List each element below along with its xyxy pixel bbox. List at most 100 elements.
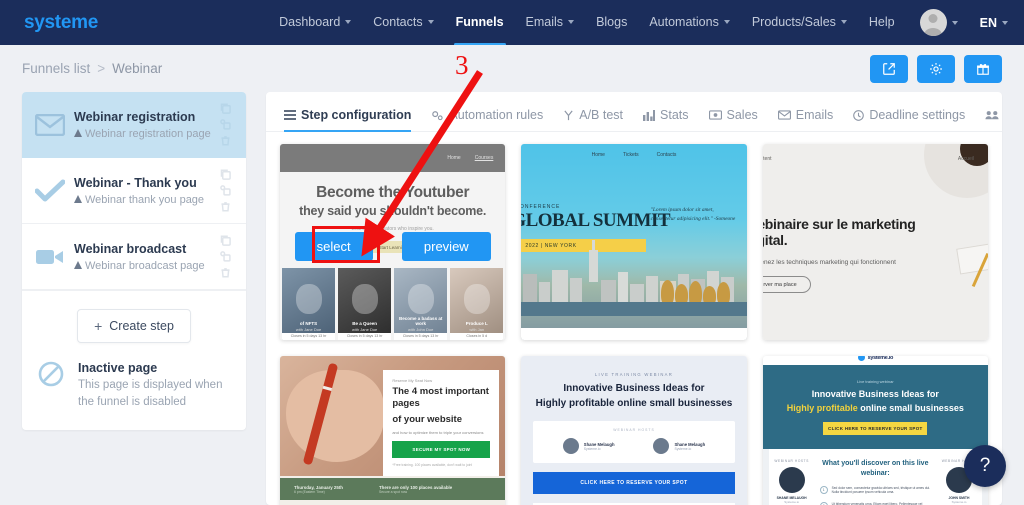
gear-icon	[930, 62, 942, 75]
language-selector[interactable]: EN	[972, 16, 1008, 30]
headline-line-1: Innovative Business Ideas for	[811, 389, 939, 399]
breadcrumb-funnels-list[interactable]: Funnels list	[22, 61, 90, 76]
inactive-text: Inactive page This page is displayed whe…	[78, 361, 234, 410]
sidebar-step-webinar-broadcast[interactable]: Webinar broadcast Webinar broadcast page	[22, 224, 246, 290]
step-subtitle: Webinar thank you page	[85, 193, 205, 206]
template-card-youtuber[interactable]: Home Courses Become the Youtuber they sa…	[280, 144, 506, 340]
create-step-button[interactable]: + Create step	[77, 309, 191, 343]
step-title: Webinar registration	[74, 110, 196, 125]
template-card-innovative-teal[interactable]: systeme.io Live training webinar Innovat…	[762, 356, 988, 505]
info-date-sub: 6 pm (Eastern Time)	[294, 489, 325, 494]
host-role: Systeme.io	[674, 446, 692, 451]
nav-item-products-sales[interactable]: Products/Sales	[741, 1, 858, 44]
template-headline: Innovative Business Ideas for Highly pro…	[533, 382, 734, 411]
info-date: Thursday, January 25th 6 pm (Eastern Tim…	[294, 485, 343, 494]
template-logo: systeme.io	[762, 356, 988, 365]
template-nav-right: Accueil	[957, 156, 974, 162]
help-button[interactable]: ?	[964, 445, 1006, 487]
tab-automation-rules[interactable]: Automation rules	[431, 108, 543, 131]
brand-logo[interactable]: systeme	[24, 12, 98, 34]
sidebar-step-webinar-registration[interactable]: Webinar registration Webinar registratio…	[22, 92, 246, 158]
tab-ab-test[interactable]: A/B test	[563, 108, 623, 131]
template-nav-item: Courses	[474, 155, 494, 161]
template-headline: Innovative Business Ideas for Highly pro…	[763, 388, 988, 415]
trash-icon[interactable]	[220, 201, 231, 212]
nav-item-funnels[interactable]: Funnels	[445, 1, 515, 46]
template-tile: Produce L with Jan Closes in 5 d	[450, 268, 504, 340]
preview-template-button[interactable]: preview	[401, 232, 491, 261]
tab-leads[interactable]: Leads	[985, 108, 1002, 131]
template-card-innovative-light[interactable]: LIVE TRAINING WEBINAR Innovative Busines…	[521, 356, 747, 505]
headline-highlight: Highly profitable	[786, 402, 858, 413]
link-icon[interactable]	[219, 119, 231, 130]
tab-step-configuration[interactable]: Step configuration	[284, 108, 412, 132]
sidebar-step-webinar-thank-you[interactable]: Webinar - Thank you Webinar thank you pa…	[22, 158, 246, 224]
template-hero: Live training webinar Innovative Busines…	[762, 365, 988, 449]
inactive-page-row[interactable]: Inactive page This page is displayed whe…	[22, 347, 246, 431]
bullet-text: Sed dolor sem, consectetur gravida ultri…	[831, 485, 930, 495]
nav-item-emails[interactable]: Emails	[515, 1, 586, 44]
list-icon	[284, 110, 296, 120]
template-hosts: WEBINAR HOSTS Shane Melaugh Systeme.io S…	[533, 421, 735, 463]
copy-icon[interactable]	[220, 235, 231, 246]
template-kicker: Live training webinar	[856, 379, 894, 384]
host-name: Shane Melaugh	[674, 441, 706, 447]
chevron-down-icon	[951, 20, 958, 25]
template-nav-item: Tickets	[622, 152, 639, 158]
gift-button[interactable]	[964, 54, 1002, 83]
trash-icon[interactable]	[220, 267, 231, 278]
nav-item-contacts[interactable]: Contacts	[362, 1, 444, 44]
link-icon[interactable]	[219, 185, 231, 196]
tab-stats[interactable]: Stats	[643, 108, 689, 131]
copy-icon[interactable]	[220, 169, 231, 180]
tab-sales[interactable]: Sales	[708, 108, 758, 131]
nav-item-help[interactable]: Help	[858, 1, 906, 44]
settings-button[interactable]	[917, 54, 955, 83]
host: Shane Melaugh Systeme.io	[562, 438, 615, 454]
template-sub: and how to optimize them to triple your …	[392, 430, 484, 436]
inactive-title: Inactive page	[78, 361, 158, 375]
link-icon[interactable]	[219, 251, 231, 262]
nav-item-dashboard[interactable]: Dashboard	[268, 1, 362, 44]
select-template-button[interactable]: select	[294, 232, 373, 261]
template-thumbnail: stent Accueil Webinaire sur le marketing…	[762, 144, 988, 340]
page-body: Webinar registration Webinar registratio…	[0, 92, 1024, 505]
template-card-webinaire-marketing[interactable]: stent Accueil Webinaire sur le marketing…	[762, 144, 988, 340]
template-thumbnail: Reserve My Seat Now The 4 most important…	[280, 356, 506, 505]
template-tile: Be a Queen with Jane Doe Closes in 5 day…	[338, 268, 392, 340]
funnel-steps-sidebar: Webinar registration Webinar registratio…	[22, 92, 246, 505]
video-camera-icon	[32, 247, 68, 267]
nav-item-blogs[interactable]: Blogs	[585, 1, 638, 44]
check-icon	[32, 179, 68, 203]
tab-emails[interactable]: Emails	[777, 108, 833, 131]
headline-line-1: Webinaire sur le marketing	[763, 216, 916, 232]
tile-author: with Jan	[469, 327, 485, 332]
template-card-four-pages[interactable]: Reserve My Seat Now The 4 most important…	[280, 356, 506, 505]
bullet-number: 1	[819, 485, 828, 494]
nav-item-automations[interactable]: Automations	[638, 1, 740, 44]
create-step-label: Create step	[109, 319, 174, 333]
trash-icon[interactable]	[220, 135, 231, 146]
nav-label: Funnels	[455, 15, 504, 29]
template-headline-2: of your website	[392, 413, 463, 425]
open-external-button[interactable]	[870, 54, 908, 83]
create-step-area: + Create step	[22, 290, 246, 347]
info-seats-sub: Secure a spot now	[378, 489, 408, 494]
user-menu[interactable]	[919, 9, 958, 36]
template-thumbnail: Home Tickets Contacts CONFERENCE GLOBAL …	[521, 144, 747, 340]
bullet: 1 Sed dolor sem, consectetur gravida ultr…	[819, 485, 931, 496]
logo-text: systeme.io	[867, 356, 894, 361]
template-headline-1: The 4 most important pages	[392, 386, 489, 410]
template-card-global-summit[interactable]: Home Tickets Contacts CONFERENCE GLOBAL …	[521, 144, 747, 340]
step-subtitle-row: Webinar thank you page	[74, 194, 214, 206]
template-nav-item: Home	[447, 155, 461, 161]
template-title: GLOBAL SUMMIT	[521, 210, 671, 231]
chevron-down-icon	[840, 20, 847, 24]
tile-title: Be a Queen	[352, 321, 377, 326]
template-cta: Réserver ma place	[762, 276, 811, 293]
tab-deadline-settings[interactable]: Deadline settings	[853, 108, 965, 131]
host-left: WEBINAR HOSTS SHANE MELAUGH Systeme.io	[769, 449, 815, 505]
step-text: Webinar - Thank you Webinar thank you pa…	[68, 175, 214, 206]
gears-icon	[432, 110, 444, 120]
copy-icon[interactable]	[220, 103, 231, 114]
